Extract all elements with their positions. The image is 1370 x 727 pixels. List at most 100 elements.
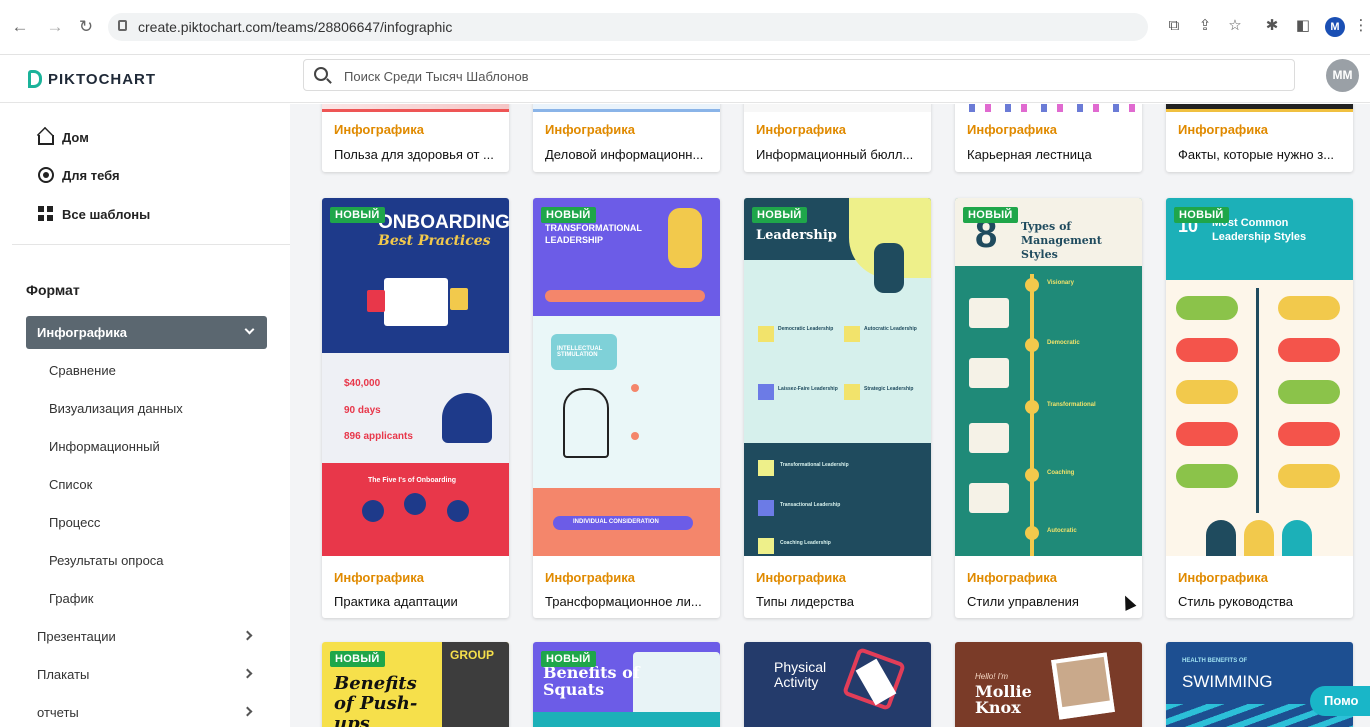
logo-icon (28, 70, 42, 88)
template-card[interactable]: Physical Activity (744, 642, 931, 727)
template-title: Трансформационное ли... (545, 594, 702, 609)
group-label: Плакаты (37, 667, 90, 682)
thumbnail-subtitle: Best Practices (378, 233, 491, 249)
chevron-right-icon (242, 668, 253, 679)
thumbnail-title: Mollie Knox (975, 682, 1032, 717)
thumbnail-item: Democratic (1047, 340, 1080, 346)
sidebar: Дом Для тебя Все шаблоны Формат Инфограф… (0, 104, 290, 727)
template-thumbnail (1166, 104, 1353, 112)
template-card[interactable]: Инфографика Деловой информационн... (533, 104, 720, 172)
thumbnail-item: Democratic Leadership (778, 326, 834, 332)
template-title: Информационный бюлл... (756, 147, 914, 162)
thumbnail-item: Transformational (1047, 402, 1096, 408)
help-button[interactable]: Помо (1310, 686, 1370, 716)
format-group-presentations[interactable]: Презентации (37, 629, 255, 644)
lock-icon (118, 20, 127, 31)
template-card[interactable]: TRANSFORMATIONAL LEADERSHIP INTELLECTUAL… (533, 198, 720, 618)
sidebar-item-home[interactable]: Дом (38, 126, 89, 148)
format-sub-list[interactable]: Список (49, 477, 92, 492)
format-heading: Формат (26, 282, 80, 298)
thumbnail-title: Leadership (756, 228, 837, 243)
format-group-posters[interactable]: Плакаты (37, 667, 255, 682)
template-card[interactable]: Benefits of Squats НОВЫЙ (533, 642, 720, 727)
format-sub-comparison[interactable]: Сравнение (49, 363, 116, 378)
template-card[interactable]: ONBOARDING Best Practices $40,000 90 day… (322, 198, 509, 618)
thumbnail-section: INDIVIDUAL CONSIDERATION (573, 519, 659, 525)
thumbnail-title: Physical Activity (774, 659, 827, 690)
star-icon[interactable]: ☆ (1226, 17, 1244, 35)
template-card[interactable]: GROUP Benefits of Push-ups НОВЫЙ (322, 642, 509, 727)
template-thumbnail (744, 104, 931, 112)
logo-text: PIKTOCHART (48, 70, 157, 88)
template-card[interactable]: Инфографика Информационный бюлл... (744, 104, 931, 172)
translate-icon[interactable]: ⧉ (1165, 17, 1183, 35)
reload-icon[interactable]: ↻ (76, 16, 96, 38)
template-thumbnail: Leadership Democratic Leadership Autocra… (744, 198, 931, 556)
template-card[interactable]: Инфографика Факты, которые нужно з... (1166, 104, 1353, 172)
app-header: PIKTOCHART MM (0, 55, 1370, 103)
chevron-right-icon (242, 706, 253, 717)
format-sub-process[interactable]: Процесс (49, 515, 100, 530)
piktochart-logo[interactable]: PIKTOCHART (28, 67, 156, 91)
template-category: Инфографика (545, 122, 636, 137)
search-box[interactable] (303, 59, 1295, 91)
sidepanel-icon[interactable]: ◧ (1294, 17, 1312, 35)
thumbnail-title: Benefits of Squats (543, 663, 640, 699)
format-sub-data-viz[interactable]: Визуализация данных (49, 401, 183, 416)
grid-icon (38, 206, 54, 222)
format-label: Инфографика (37, 325, 128, 340)
thumbnail-item: Transactional Leadership (780, 502, 841, 508)
sidebar-item-for-you[interactable]: Для тебя (38, 164, 120, 186)
template-category: Инфографика (756, 570, 847, 585)
thumbnail-item: Coaching (1047, 470, 1075, 476)
browser-profile-avatar[interactable]: M (1325, 17, 1345, 37)
thumbnail-title: SWIMMING (1182, 672, 1273, 691)
format-sub-informational[interactable]: Информационный (49, 439, 160, 454)
chevron-right-icon (242, 630, 253, 641)
thumbnail-item: Strategic Leadership (864, 386, 914, 392)
thumbnail-title: ONBOARDING (378, 212, 509, 233)
template-card[interactable]: 10 Most Common Leadership Styles НОВЫЙ И… (1166, 198, 1353, 618)
template-category: Инфографика (1178, 570, 1269, 585)
thumbnail-title: Benefits of Push-ups (334, 673, 418, 727)
template-thumbnail: Physical Activity (744, 642, 931, 727)
thumbnail-pretitle: Hello! I'm (975, 672, 1009, 681)
more-icon[interactable]: ⋮ (1352, 17, 1370, 35)
search-input[interactable] (344, 66, 1244, 86)
template-category: Инфографика (545, 570, 636, 585)
new-badge: НОВЫЙ (963, 207, 1018, 223)
address-bar[interactable]: create.piktochart.com/teams/28806647/inf… (108, 13, 1148, 41)
thumbnail-stat: 90 days (344, 405, 381, 416)
group-label: Презентации (37, 629, 116, 644)
template-card[interactable]: 8 Types of Management Styles Visionary D… (955, 198, 1142, 618)
template-card[interactable]: Инфографика Карьерная лестница (955, 104, 1142, 172)
thumbnail-item: Visionary (1047, 280, 1074, 286)
template-card[interactable]: Инфографика Польза для здоровья от ... (322, 104, 509, 172)
format-infographic-selected[interactable]: Инфографика (26, 316, 267, 349)
search-icon (314, 67, 328, 81)
extensions-icon[interactable]: ✱ (1263, 17, 1281, 35)
template-card[interactable]: Leadership Democratic Leadership Autocra… (744, 198, 931, 618)
forward-icon[interactable]: → (45, 16, 65, 38)
template-title: Факты, которые нужно з... (1178, 147, 1335, 162)
new-badge: НОВЫЙ (541, 207, 596, 223)
template-thumbnail: Hello! I'm Mollie Knox (955, 642, 1142, 727)
browser-toolbar: ← → ↻ create.piktochart.com/teams/288066… (0, 0, 1370, 55)
format-sub-survey[interactable]: Результаты опроса (49, 553, 164, 568)
template-thumbnail: 10 Most Common Leadership Styles (1166, 198, 1353, 556)
url-text: create.piktochart.com/teams/28806647/inf… (138, 19, 453, 35)
template-title: Стили управления (967, 594, 1079, 609)
group-label: отчеты (37, 705, 79, 720)
thumbnail-title: TRANSFORMATIONAL LEADERSHIP (545, 223, 642, 245)
user-avatar[interactable]: MM (1326, 59, 1359, 92)
thumbnail-section: The Five I's of Onboarding (368, 477, 457, 484)
template-card[interactable]: Hello! I'm Mollie Knox (955, 642, 1142, 727)
back-icon[interactable]: ← (10, 16, 30, 38)
sidebar-item-all-templates[interactable]: Все шаблоны (38, 203, 150, 225)
format-group-reports[interactable]: отчеты (37, 705, 255, 720)
share-icon[interactable]: ⇪ (1196, 17, 1214, 35)
thumbnail-item: Coaching Leadership (780, 540, 831, 546)
template-title: Типы лидерства (756, 594, 854, 609)
template-category: Инфографика (967, 122, 1058, 137)
format-sub-timeline[interactable]: График (49, 591, 93, 606)
